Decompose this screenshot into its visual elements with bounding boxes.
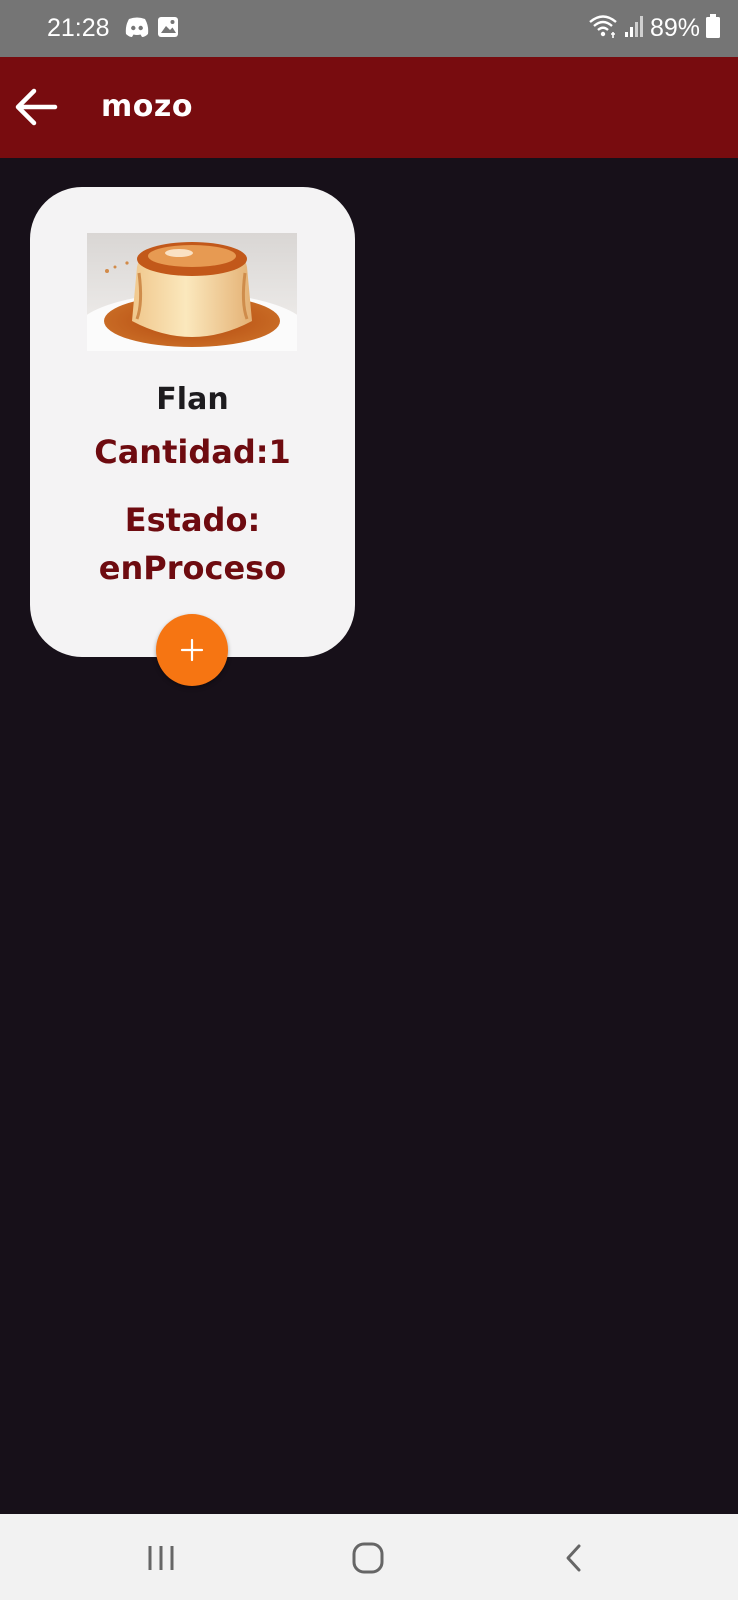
dish-image xyxy=(87,233,297,351)
order-card[interactable]: Flan Cantidad:1 Estado: enProceso xyxy=(30,187,355,657)
back-button[interactable] xyxy=(12,83,60,131)
arrow-back-icon xyxy=(15,88,58,126)
plus-icon xyxy=(180,638,204,662)
back-icon xyxy=(566,1544,581,1572)
discord-icon xyxy=(124,16,150,42)
dish-name: Flan xyxy=(156,382,229,417)
image-icon xyxy=(157,16,179,42)
home-button[interactable] xyxy=(346,1536,390,1580)
status-bar: 21:28 89% xyxy=(0,0,738,57)
wifi-icon xyxy=(588,13,618,43)
quantity-text: Cantidad:1 xyxy=(94,433,291,471)
system-nav-bar xyxy=(0,1514,738,1600)
home-icon xyxy=(352,1542,384,1574)
state-value: enProceso xyxy=(98,549,287,587)
app-bar: mozo xyxy=(0,57,738,158)
status-time: 21:28 xyxy=(47,14,110,42)
recent-apps-button[interactable] xyxy=(139,1536,183,1580)
recent-apps-icon xyxy=(148,1546,174,1570)
signal-icon xyxy=(624,14,644,42)
add-button[interactable] xyxy=(156,614,228,686)
page-title: mozo xyxy=(101,89,193,124)
nav-back-button[interactable] xyxy=(552,1536,596,1580)
battery-icon xyxy=(706,14,720,42)
battery-percentage: 89% xyxy=(649,14,700,42)
status-right-group: 89% xyxy=(588,12,720,44)
state-label: Estado: xyxy=(124,501,261,539)
